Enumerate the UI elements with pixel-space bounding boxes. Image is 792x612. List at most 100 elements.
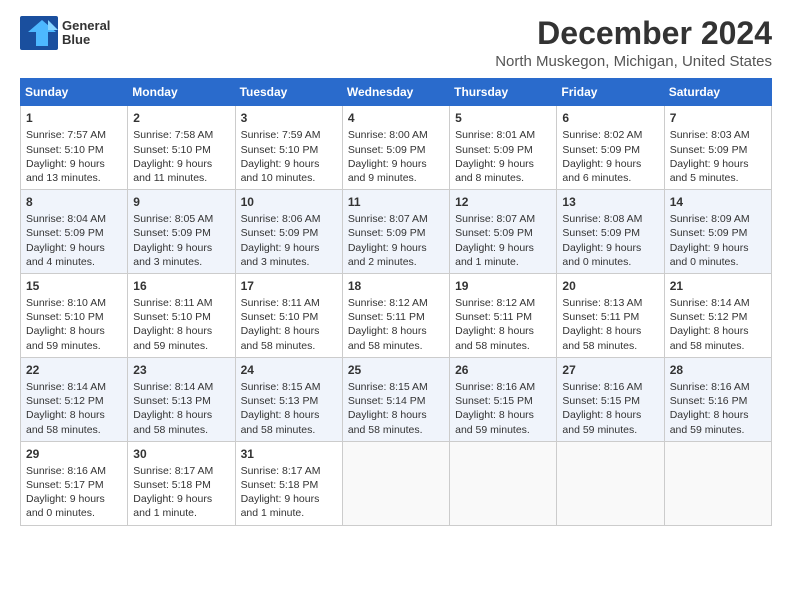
- day-info-line: Sunset: 5:10 PM: [26, 310, 122, 324]
- day-info-line: and 1 minute.: [455, 255, 551, 269]
- day-info-line: Sunset: 5:10 PM: [133, 310, 229, 324]
- calendar-cell: 27Sunrise: 8:16 AMSunset: 5:15 PMDayligh…: [557, 357, 664, 441]
- day-number: 31: [241, 446, 337, 462]
- day-info-line: Sunrise: 8:00 AM: [348, 128, 444, 142]
- day-info-line: Daylight: 8 hours: [455, 324, 551, 338]
- day-info-line: Sunrise: 8:16 AM: [670, 380, 766, 394]
- day-info-line: Daylight: 9 hours: [133, 157, 229, 171]
- day-number: 24: [241, 362, 337, 378]
- day-number: 28: [670, 362, 766, 378]
- calendar-cell: 8Sunrise: 8:04 AMSunset: 5:09 PMDaylight…: [21, 190, 128, 274]
- week-row-4: 22Sunrise: 8:14 AMSunset: 5:12 PMDayligh…: [21, 357, 772, 441]
- day-info-line: and 3 minutes.: [133, 255, 229, 269]
- calendar-cell: 26Sunrise: 8:16 AMSunset: 5:15 PMDayligh…: [450, 357, 557, 441]
- calendar-cell: 30Sunrise: 8:17 AMSunset: 5:18 PMDayligh…: [128, 441, 235, 525]
- day-number: 6: [562, 110, 658, 126]
- day-info-line: and 0 minutes.: [26, 506, 122, 520]
- day-info-line: Sunrise: 8:02 AM: [562, 128, 658, 142]
- day-info-line: Sunset: 5:11 PM: [455, 310, 551, 324]
- logo-line1: General: [62, 19, 110, 33]
- day-info-line: Sunset: 5:15 PM: [562, 394, 658, 408]
- location: North Muskegon, Michigan, United States: [495, 53, 772, 70]
- day-number: 21: [670, 278, 766, 294]
- day-info-line: Daylight: 9 hours: [455, 241, 551, 255]
- day-info-line: Sunrise: 8:09 AM: [670, 212, 766, 226]
- day-info-line: Sunrise: 8:05 AM: [133, 212, 229, 226]
- day-info-line: Sunrise: 8:16 AM: [455, 380, 551, 394]
- day-info-line: Daylight: 9 hours: [562, 157, 658, 171]
- day-info-line: Sunrise: 8:12 AM: [348, 296, 444, 310]
- day-info-line: and 58 minutes.: [455, 339, 551, 353]
- day-info-line: Sunset: 5:18 PM: [241, 478, 337, 492]
- calendar-cell: 16Sunrise: 8:11 AMSunset: 5:10 PMDayligh…: [128, 273, 235, 357]
- week-row-1: 1Sunrise: 7:57 AMSunset: 5:10 PMDaylight…: [21, 106, 772, 190]
- calendar-cell: 25Sunrise: 8:15 AMSunset: 5:14 PMDayligh…: [342, 357, 449, 441]
- day-number: 17: [241, 278, 337, 294]
- weekday-header-row: SundayMondayTuesdayWednesdayThursdayFrid…: [21, 79, 772, 106]
- day-info-line: Sunset: 5:10 PM: [241, 143, 337, 157]
- day-info-line: Daylight: 8 hours: [26, 324, 122, 338]
- day-info-line: and 8 minutes.: [455, 171, 551, 185]
- day-info-line: Daylight: 8 hours: [562, 408, 658, 422]
- day-number: 12: [455, 194, 551, 210]
- day-info-line: Daylight: 8 hours: [133, 324, 229, 338]
- day-info-line: Sunset: 5:15 PM: [455, 394, 551, 408]
- day-info-line: Sunrise: 8:06 AM: [241, 212, 337, 226]
- day-info-line: Sunset: 5:11 PM: [348, 310, 444, 324]
- day-info-line: Daylight: 9 hours: [241, 492, 337, 506]
- calendar-cell: [557, 441, 664, 525]
- day-info-line: and 58 minutes.: [670, 339, 766, 353]
- day-info-line: Daylight: 9 hours: [241, 157, 337, 171]
- calendar-cell: 23Sunrise: 8:14 AMSunset: 5:13 PMDayligh…: [128, 357, 235, 441]
- day-info-line: Sunrise: 8:12 AM: [455, 296, 551, 310]
- day-info-line: and 6 minutes.: [562, 171, 658, 185]
- calendar-cell: 3Sunrise: 7:59 AMSunset: 5:10 PMDaylight…: [235, 106, 342, 190]
- day-info-line: and 5 minutes.: [670, 171, 766, 185]
- day-info-line: Sunrise: 8:03 AM: [670, 128, 766, 142]
- day-info-line: Sunrise: 8:14 AM: [26, 380, 122, 394]
- day-number: 30: [133, 446, 229, 462]
- day-info-line: Sunset: 5:10 PM: [241, 310, 337, 324]
- calendar-cell: [664, 441, 771, 525]
- day-number: 4: [348, 110, 444, 126]
- day-number: 1: [26, 110, 122, 126]
- month-title: December 2024: [495, 16, 772, 51]
- day-info-line: Sunset: 5:12 PM: [26, 394, 122, 408]
- calendar-cell: 19Sunrise: 8:12 AMSunset: 5:11 PMDayligh…: [450, 273, 557, 357]
- calendar-cell: 13Sunrise: 8:08 AMSunset: 5:09 PMDayligh…: [557, 190, 664, 274]
- day-info-line: and 1 minute.: [241, 506, 337, 520]
- day-info-line: Daylight: 9 hours: [348, 241, 444, 255]
- weekday-tuesday: Tuesday: [235, 79, 342, 106]
- day-info-line: Sunrise: 8:14 AM: [670, 296, 766, 310]
- day-info-line: Sunrise: 7:58 AM: [133, 128, 229, 142]
- calendar-cell: 1Sunrise: 7:57 AMSunset: 5:10 PMDaylight…: [21, 106, 128, 190]
- day-info-line: Daylight: 9 hours: [133, 241, 229, 255]
- day-info-line: and 58 minutes.: [562, 339, 658, 353]
- day-info-line: Sunset: 5:09 PM: [348, 143, 444, 157]
- day-info-line: and 58 minutes.: [26, 423, 122, 437]
- calendar-cell: 4Sunrise: 8:00 AMSunset: 5:09 PMDaylight…: [342, 106, 449, 190]
- day-number: 9: [133, 194, 229, 210]
- day-info-line: Sunrise: 8:01 AM: [455, 128, 551, 142]
- day-info-line: and 59 minutes.: [133, 339, 229, 353]
- calendar-cell: 22Sunrise: 8:14 AMSunset: 5:12 PMDayligh…: [21, 357, 128, 441]
- calendar-cell: 6Sunrise: 8:02 AMSunset: 5:09 PMDaylight…: [557, 106, 664, 190]
- calendar-cell: 7Sunrise: 8:03 AMSunset: 5:09 PMDaylight…: [664, 106, 771, 190]
- calendar-cell: [450, 441, 557, 525]
- calendar-cell: 24Sunrise: 8:15 AMSunset: 5:13 PMDayligh…: [235, 357, 342, 441]
- day-info-line: Sunrise: 8:10 AM: [26, 296, 122, 310]
- day-info-line: Sunset: 5:09 PM: [455, 143, 551, 157]
- logo-icon: [20, 16, 58, 50]
- day-info-line: Daylight: 9 hours: [26, 492, 122, 506]
- day-info-line: Sunrise: 8:07 AM: [348, 212, 444, 226]
- day-info-line: Sunrise: 8:16 AM: [562, 380, 658, 394]
- day-info-line: and 3 minutes.: [241, 255, 337, 269]
- day-info-line: and 10 minutes.: [241, 171, 337, 185]
- day-info-line: Sunrise: 7:59 AM: [241, 128, 337, 142]
- day-info-line: and 58 minutes.: [241, 339, 337, 353]
- calendar-table: SundayMondayTuesdayWednesdayThursdayFrid…: [20, 78, 772, 525]
- calendar-cell: 20Sunrise: 8:13 AMSunset: 5:11 PMDayligh…: [557, 273, 664, 357]
- day-info-line: Sunset: 5:09 PM: [562, 226, 658, 240]
- day-info-line: Sunset: 5:09 PM: [670, 143, 766, 157]
- day-info-line: Sunset: 5:11 PM: [562, 310, 658, 324]
